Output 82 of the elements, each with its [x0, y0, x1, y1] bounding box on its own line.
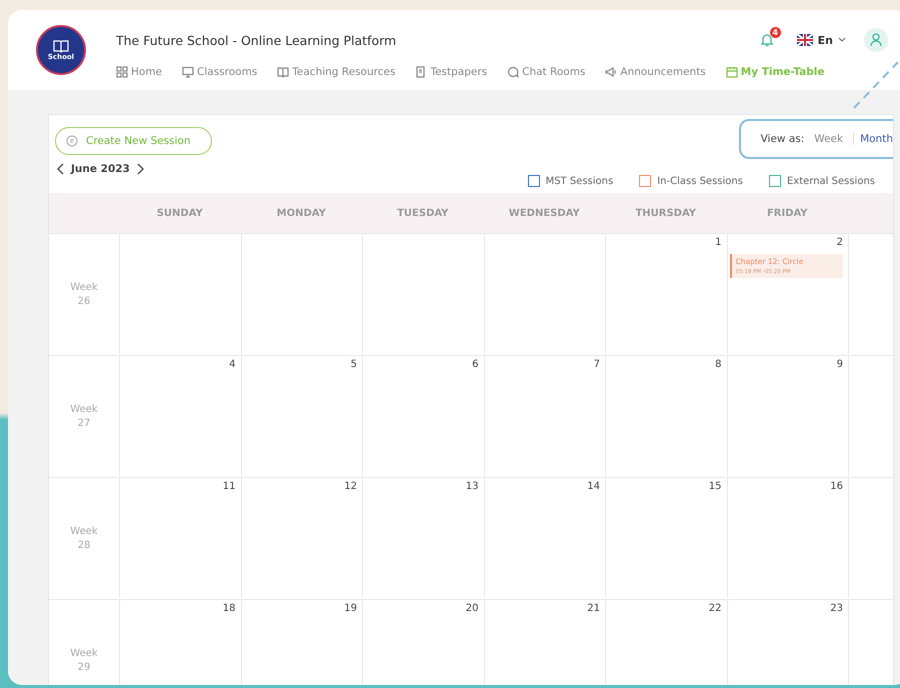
chevron-down-icon — [838, 37, 846, 43]
legend-label: In-Class Sessions — [657, 176, 743, 186]
date-number: 5 — [350, 359, 357, 372]
day-cell[interactable]: 23 — [726, 599, 848, 685]
weekday-header: FRIDAY — [726, 193, 848, 233]
notification-count: 4 — [770, 27, 781, 38]
nav-tab[interactable]: Classrooms — [182, 66, 258, 78]
view-option[interactable]: Month — [853, 133, 893, 145]
date-number: 12 — [344, 481, 357, 494]
platform-title: The Future School - Online Learning Platform — [116, 32, 398, 48]
day-cell[interactable]: 18 — [119, 599, 240, 685]
date-number: 14 — [587, 481, 600, 494]
header-corner — [49, 193, 119, 233]
date-number: 6 — [472, 359, 478, 372]
date-number: 15 — [708, 481, 722, 494]
user-icon — [870, 33, 882, 47]
date-number: 21 — [587, 603, 600, 616]
view-as-label: View as: — [760, 133, 804, 145]
day-cell[interactable]: 14 — [484, 477, 605, 598]
day-cell[interactable]: 16 — [726, 477, 848, 598]
megaphone-icon — [605, 66, 618, 78]
chat-bubble-icon — [66, 135, 78, 147]
day-cell[interactable]: 4 — [119, 355, 240, 476]
grid-icon — [116, 66, 128, 78]
user-avatar[interactable] — [864, 28, 888, 52]
day-cell[interactable]: 7 — [484, 355, 605, 476]
day-cell[interactable]: 22 — [605, 599, 726, 685]
date-number: 20 — [466, 603, 478, 616]
nav-tab[interactable]: Home — [116, 66, 162, 78]
calendar-icon — [726, 66, 738, 78]
day-cell[interactable]: 1 — [605, 233, 726, 354]
day-cell[interactable]: 12 — [240, 477, 362, 598]
nav-tab[interactable]: Announcements — [605, 66, 706, 78]
nav-tab[interactable]: Testpapers — [415, 66, 488, 78]
date-number: 13 — [466, 481, 478, 494]
legend-label: External Sessions — [786, 176, 875, 186]
header-filler — [848, 193, 893, 233]
date-number: 2 — [836, 237, 843, 250]
date-number: 16 — [830, 481, 843, 494]
date-number: 18 — [222, 603, 236, 616]
date-number: 22 — [708, 603, 722, 616]
week-label: Week 29 — [70, 647, 98, 674]
book-icon — [277, 66, 290, 78]
day-cell[interactable]: 11 — [119, 477, 240, 598]
book-icon — [52, 39, 70, 53]
week-label: Week 28 — [70, 525, 98, 552]
date-number: 1 — [715, 237, 722, 250]
weekday-header: TUESDAY — [362, 193, 484, 233]
weekday-header: THURSDAY — [605, 193, 726, 233]
weekday-header: SUNDAY — [119, 193, 240, 233]
day-cell[interactable]: 20 — [362, 599, 484, 685]
chevron-right-icon — [136, 163, 144, 175]
day-cell[interactable]: 8 — [605, 355, 726, 476]
weekday-header: WEDNESDAY — [484, 193, 605, 233]
language-selector[interactable]: En — [796, 34, 846, 46]
nav-tab[interactable]: Teaching Resources — [277, 66, 396, 78]
legend-label: MST Sessions — [546, 176, 614, 186]
date-number: 11 — [222, 481, 236, 494]
flag-icon — [796, 34, 813, 46]
date-number: 19 — [344, 603, 357, 616]
date-number: 9 — [836, 359, 843, 372]
week-label: Week 26 — [70, 281, 98, 308]
month-label: June 2023 — [71, 163, 130, 175]
day-cell[interactable]: 19 — [240, 599, 362, 685]
date-number: 8 — [715, 359, 722, 372]
weekday-header: MONDAY — [240, 193, 362, 233]
day-cell[interactable]: 13 — [362, 477, 484, 598]
date-number: 4 — [229, 359, 236, 372]
day-cell[interactable]: 21 — [484, 599, 605, 685]
date-number: 7 — [594, 359, 600, 372]
day-cell[interactable]: 15 — [605, 477, 726, 598]
view-option[interactable]: Week — [810, 133, 848, 145]
day-cell[interactable]: 9 — [726, 355, 848, 476]
paper-icon — [415, 66, 428, 78]
board-icon — [182, 66, 194, 78]
week-label: Week 27 — [70, 403, 98, 430]
day-cell[interactable]: 5 — [240, 355, 362, 476]
day-cell[interactable]: 6 — [362, 355, 484, 476]
date-number: 23 — [830, 603, 843, 616]
nav-tab[interactable]: Chat Rooms — [507, 66, 586, 78]
chevron-left-icon — [57, 163, 65, 175]
chat-icon — [507, 66, 520, 78]
